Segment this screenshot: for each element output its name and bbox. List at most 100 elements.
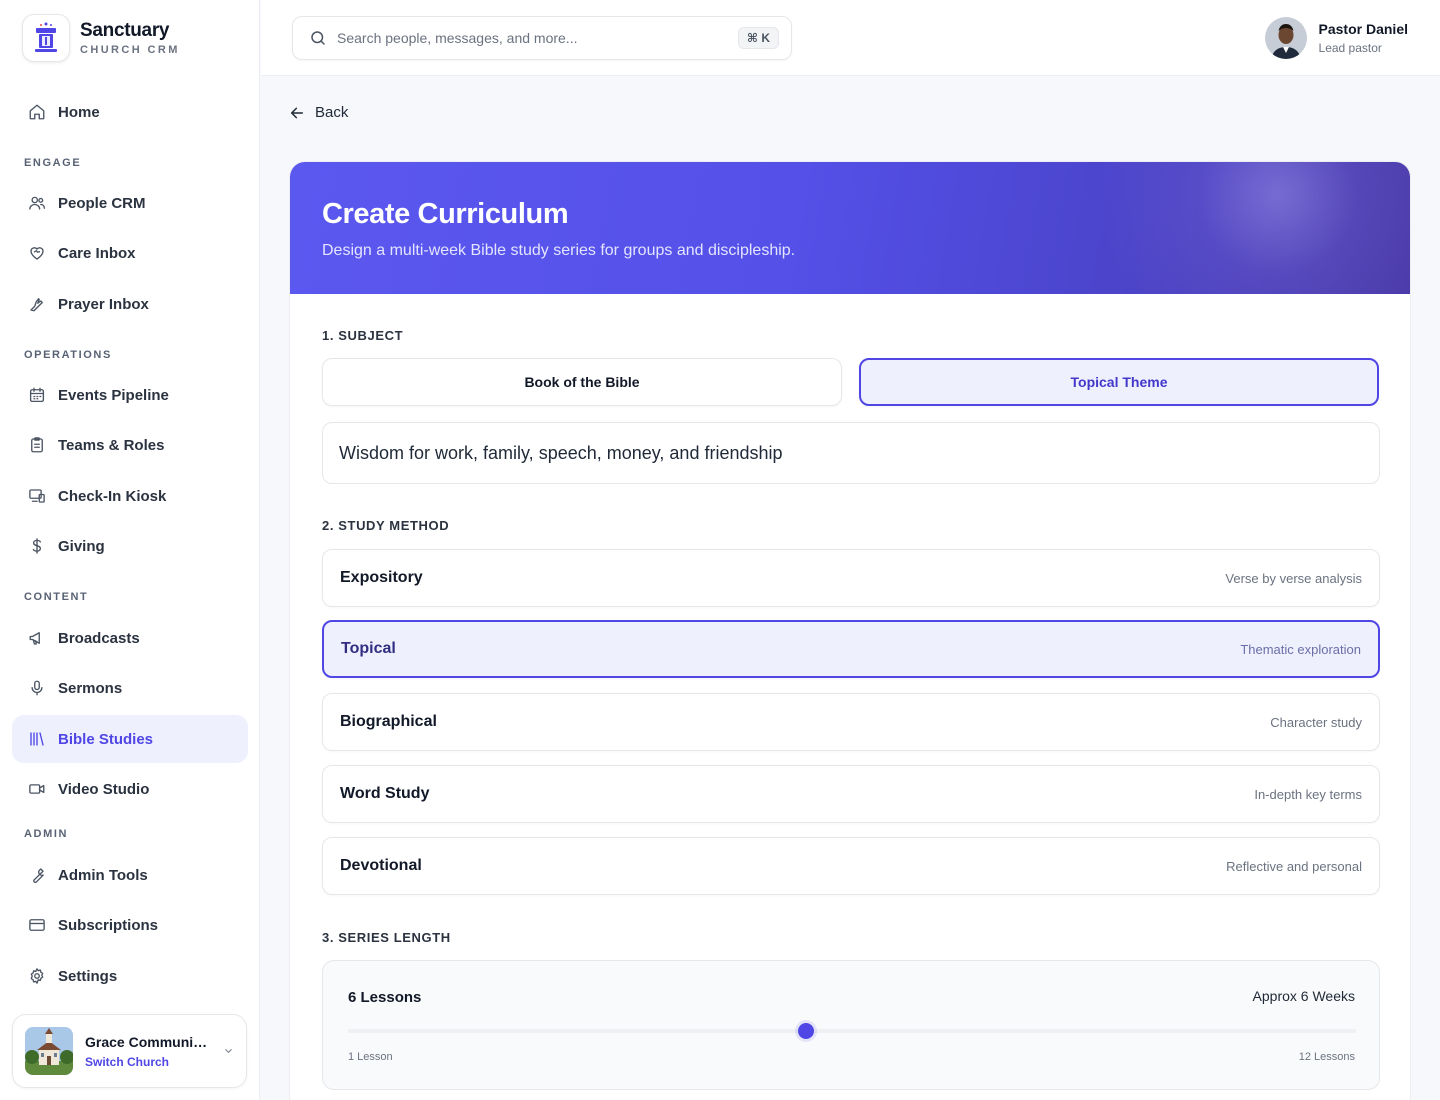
sidebar-item-video-studio[interactable]: Video Studio — [12, 765, 248, 813]
brand-subtitle: CHURCH CRM — [80, 44, 180, 56]
sidebar-item-label: Giving — [58, 537, 105, 555]
calendar-icon — [29, 387, 45, 403]
sidebar-item-bible-studies[interactable]: Bible Studies — [12, 715, 248, 763]
heart-handshake-icon — [30, 247, 44, 260]
sidebar-item-prayer-inbox[interactable]: Prayer Inbox — [12, 280, 248, 328]
sidebar-item-events-pipeline[interactable]: Events Pipeline — [12, 371, 248, 419]
sidebar-item-sermons[interactable]: Sermons — [12, 664, 248, 712]
top-bar: ⌘ K Pastor Daniel Lead pastor — [261, 0, 1440, 76]
method-title: Expository — [340, 569, 423, 586]
credit-card-icon — [29, 919, 45, 931]
theme-input[interactable]: Wisdom for work, family, speech, money, … — [322, 422, 1380, 484]
library-icon — [30, 732, 44, 746]
sidebar-item-label: Bible Studies — [58, 730, 154, 748]
sidebar-item-people-crm[interactable]: People CRM — [12, 179, 248, 227]
sidebar-item-label: Subscriptions — [58, 916, 159, 934]
method-option-biographical[interactable]: Biographical Character study — [322, 693, 1380, 751]
clipboard-icon — [31, 437, 43, 453]
section-operations: OPERATIONS — [24, 349, 112, 361]
sidebar-item-label: Settings — [58, 967, 118, 985]
sidebar-item-settings[interactable]: Settings — [12, 952, 248, 1000]
subject-section-label: 1. SUBJECT — [322, 328, 404, 343]
method-description: Verse by verse analysis — [1225, 570, 1362, 586]
create-curriculum-card: Create Curriculum Design a multi-week Bi… — [289, 161, 1411, 1100]
method-option-devotional[interactable]: Devotional Reflective and personal — [322, 837, 1380, 895]
sidebar-item-checkin-kiosk[interactable]: Check-In Kiosk — [12, 472, 248, 520]
church-image — [25, 1027, 73, 1075]
method-description: Thematic exploration — [1240, 641, 1361, 657]
switch-church-link[interactable]: Switch Church — [85, 1055, 211, 1069]
method-option-word-study[interactable]: Word Study In-depth key terms — [322, 765, 1380, 823]
lesson-count: 6 Lessons — [348, 989, 422, 1006]
slider-thumb[interactable] — [798, 1023, 815, 1039]
pulpit-logo-icon — [22, 14, 70, 62]
sidebar-item-label: Video Studio — [58, 780, 150, 798]
user-role: Lead pastor — [1318, 41, 1382, 55]
sidebar-item-teams-roles[interactable]: Teams & Roles — [12, 421, 248, 469]
dollar-icon — [32, 538, 42, 554]
sidebar-item-label: Admin Tools — [58, 866, 148, 884]
slider-min-label: 1 Lesson — [348, 1051, 393, 1063]
series-length-section-label: 3. SERIES LENGTH — [322, 930, 451, 945]
hero-banner: Create Curriculum Design a multi-week Bi… — [290, 162, 1410, 294]
chevron-down-icon[interactable] — [223, 1044, 234, 1058]
sidebar-item-label: Home — [58, 103, 100, 121]
video-camera-icon — [29, 784, 45, 794]
brand-name: Sanctuary — [80, 20, 170, 41]
sidebar-item-label: Broadcasts — [58, 629, 140, 647]
praying-hands-icon — [30, 298, 43, 312]
sidebar-item-admin-tools[interactable]: Admin Tools — [12, 851, 248, 899]
method-description: Reflective and personal — [1226, 858, 1362, 874]
church-switcher[interactable]: Grace Community Church Switch Church — [12, 1014, 247, 1088]
search-box[interactable]: ⌘ K — [292, 16, 792, 60]
microphone-icon — [31, 680, 43, 696]
megaphone-icon — [29, 632, 40, 645]
method-description: In-depth key terms — [1254, 786, 1362, 802]
search-icon — [311, 31, 325, 45]
subject-option-topical-theme[interactable]: Topical Theme — [859, 358, 1379, 406]
sidebar: Sanctuary CHURCH CRM Home ENGAGE People … — [0, 0, 260, 1100]
sidebar-item-label: Events Pipeline — [58, 386, 169, 404]
search-shortcut-badge: ⌘ K — [737, 27, 779, 49]
method-title: Word Study — [340, 785, 430, 802]
method-title: Biographical — [340, 713, 437, 730]
sidebar-item-giving[interactable]: Giving — [12, 522, 248, 570]
arrow-left-icon — [290, 107, 304, 118]
back-label: Back — [315, 104, 349, 121]
study-method-section-label: 2. STUDY METHOD — [322, 518, 450, 533]
sidebar-item-subscriptions[interactable]: Subscriptions — [12, 901, 248, 949]
back-button[interactable]: Back — [289, 104, 348, 121]
search-input[interactable] — [337, 30, 738, 46]
section-engage: ENGAGE — [24, 157, 82, 169]
sidebar-item-home[interactable]: Home — [12, 88, 248, 136]
sidebar-item-label: People CRM — [58, 194, 146, 212]
sidebar-item-label: Teams & Roles — [58, 436, 165, 454]
users-icon — [29, 196, 46, 210]
user-name: Pastor Daniel — [1318, 21, 1408, 37]
series-length-box: 6 Lessons Approx 6 Weeks 1 Lesson 12 Les… — [322, 960, 1380, 1090]
subject-option-book[interactable]: Book of the Bible — [322, 358, 842, 406]
sidebar-item-care-inbox[interactable]: Care Inbox — [12, 229, 248, 277]
brand[interactable]: Sanctuary CHURCH CRM — [22, 14, 180, 62]
sidebar-item-label: Sermons — [58, 679, 123, 697]
section-admin: ADMIN — [24, 828, 69, 840]
method-option-expository[interactable]: Expository Verse by verse analysis — [322, 549, 1380, 607]
sidebar-item-label: Prayer Inbox — [58, 295, 149, 313]
page-title: Create Curriculum — [322, 198, 569, 230]
method-option-topical[interactable]: Topical Thematic exploration — [322, 620, 1380, 678]
sidebar-item-label: Care Inbox — [58, 244, 136, 262]
wrench-icon — [33, 868, 44, 884]
slider-track[interactable] — [348, 1029, 1356, 1033]
page-subtitle: Design a multi-week Bible study series f… — [322, 242, 796, 259]
avatar — [1264, 17, 1307, 59]
method-title: Topical — [341, 640, 396, 657]
gear-icon — [30, 968, 44, 984]
slider-max-label: 12 Lessons — [1298, 1051, 1355, 1063]
user-menu[interactable]: Pastor Daniel Lead pastor — [1264, 17, 1408, 59]
method-title: Devotional — [340, 857, 422, 874]
approx-weeks: Approx 6 Weeks — [1252, 988, 1355, 1004]
sidebar-item-label: Check-In Kiosk — [58, 487, 167, 505]
home-icon — [29, 104, 45, 120]
devices-icon — [29, 489, 45, 503]
sidebar-item-broadcasts[interactable]: Broadcasts — [12, 614, 248, 662]
